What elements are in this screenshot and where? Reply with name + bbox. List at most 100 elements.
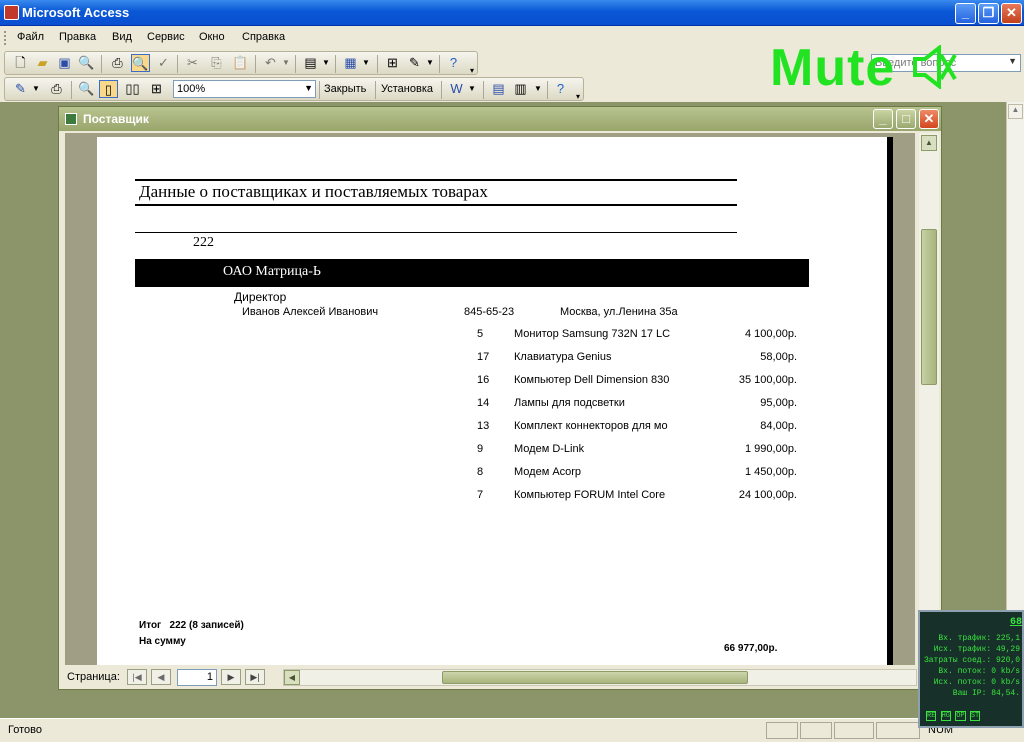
undo-dropdown-icon: ▼ xyxy=(282,58,290,67)
item-id: 14 xyxy=(477,397,490,409)
relationships-icon[interactable]: ⊞ xyxy=(383,54,402,72)
page-number-input[interactable]: 1 xyxy=(177,669,217,686)
report-close-button[interactable]: ✕ xyxy=(919,109,939,129)
new-object-dropdown-icon[interactable]: ▼ xyxy=(533,80,543,98)
menu-window[interactable]: Окно xyxy=(199,31,225,43)
widget-button-op[interactable]: OP xyxy=(955,711,966,721)
separator xyxy=(483,81,484,99)
last-page-icon[interactable]: ▶| xyxy=(245,669,265,685)
status-panel xyxy=(834,722,874,739)
paste-icon: 📋 xyxy=(232,55,249,70)
new-object-icon[interactable]: ▥ xyxy=(511,80,530,98)
previous-page-icon[interactable]: ◀ xyxy=(151,669,171,685)
widget-button-hg[interactable]: HG xyxy=(940,711,952,721)
two-pages-icon[interactable]: ▯▯ xyxy=(123,80,142,98)
list-item: 16 Компьютер Dell Dimension 830 35 100,0… xyxy=(467,374,797,394)
view-dropdown-icon[interactable]: ▼ xyxy=(31,80,41,98)
print-preview-toolbar: ✎ ▼ ⎙ 🔍 ▯ ▯▯ ⊞ 100% ▼ Закрыть Установка … xyxy=(4,77,584,101)
first-page-icon[interactable]: |◀ xyxy=(127,669,147,685)
zoom-icon[interactable]: 🔍 xyxy=(77,80,96,98)
cut-icon: ✂ xyxy=(187,55,198,70)
help-icon[interactable]: ? xyxy=(551,80,570,98)
menu-file[interactable]: Файл xyxy=(17,31,44,43)
status-panel xyxy=(800,722,832,739)
record-navigation-bar: Страница: |◀ ◀ 1 ▶ ▶| ◀ xyxy=(61,665,941,689)
office-links-dropdown-icon[interactable]: ▼ xyxy=(467,80,477,98)
menu-view[interactable]: Вид xyxy=(112,31,132,43)
chevron-down-icon[interactable]: ▼ xyxy=(1008,56,1017,66)
report-window-title-bar: Поставщик _ □ ✕ xyxy=(59,107,941,131)
open-folder-icon[interactable]: ▰ xyxy=(33,54,52,72)
new-object-icon[interactable]: ✎ xyxy=(405,54,424,72)
stat-label: Ваш IP: xyxy=(952,689,987,698)
chevron-down-icon[interactable]: ▼ xyxy=(304,83,313,93)
zoom-select[interactable]: 100% ▼ xyxy=(173,80,316,98)
next-page-icon[interactable]: ▶ xyxy=(221,669,241,685)
item-price: 1 450,00р. xyxy=(745,466,797,478)
stat-row: Вх. трафик: 225,1 xyxy=(938,634,1020,643)
contact-phone: 845-65-23 xyxy=(464,306,515,318)
scroll-up-icon[interactable]: ▲ xyxy=(1008,104,1023,119)
analyze-dropdown-icon[interactable]: ▼ xyxy=(361,54,371,72)
status-panel xyxy=(876,722,920,739)
print-preview-area[interactable]: Данные о поставщиках и поставляемых това… xyxy=(65,133,915,665)
database-window-icon[interactable]: ▤ xyxy=(489,80,508,98)
list-item: 14 Лампы для подсветки 95,00р. xyxy=(467,397,797,417)
menu-help[interactable]: Справка xyxy=(242,31,285,43)
report-vertical-scrollbar[interactable]: ▲ xyxy=(919,133,939,665)
separator xyxy=(319,81,320,99)
office-links-icon[interactable]: W xyxy=(447,80,466,98)
new-object-dropdown-icon[interactable]: ▼ xyxy=(425,54,435,72)
office-links-icon[interactable]: ▤ xyxy=(301,54,320,72)
item-price: 4 100,00р. xyxy=(745,328,797,340)
close-button[interactable]: ✕ xyxy=(1001,3,1022,24)
item-price: 84,00р. xyxy=(760,420,797,432)
item-id: 16 xyxy=(477,374,490,386)
print-icon[interactable]: ⎙ xyxy=(47,80,66,98)
item-id: 17 xyxy=(477,351,490,363)
widget-button-re[interactable]: RE xyxy=(926,711,937,721)
list-item: 13 Комплект коннекторов для мо 84,00р. xyxy=(467,420,797,440)
report-horizontal-scrollbar[interactable]: ◀ xyxy=(283,669,917,686)
print-preview-icon[interactable]: 🔍 xyxy=(131,54,150,72)
group-rule xyxy=(135,232,737,233)
multiple-pages-icon[interactable]: ⊞ xyxy=(147,80,166,98)
stat-row: Затраты соед.: 920,0 xyxy=(924,656,1020,665)
item-name: Компьютер Dell Dimension 830 xyxy=(514,374,670,386)
report-window: Поставщик _ □ ✕ Данные о поставщиках и п… xyxy=(58,106,942,690)
print-icon[interactable]: ⎙ xyxy=(108,54,127,72)
office-links-dropdown-icon[interactable]: ▼ xyxy=(321,54,331,72)
stat-row: Вх. поток: 0 kb/s xyxy=(938,667,1020,676)
file-search-icon[interactable]: 🔍 xyxy=(77,54,96,72)
vertical-scroll-thumb[interactable] xyxy=(921,229,937,385)
horizontal-scroll-thumb[interactable] xyxy=(442,671,748,684)
restore-button[interactable]: ❐ xyxy=(978,3,999,24)
list-item: 17 Клавиатура Genius 58,00р. xyxy=(467,351,797,371)
item-name: Комплект коннекторов для мо xyxy=(514,420,668,432)
status-panel xyxy=(766,722,798,739)
close-preview-button[interactable]: Закрыть xyxy=(324,83,366,95)
page-setup-button[interactable]: Установка xyxy=(381,83,433,95)
view-icon[interactable]: ✎ xyxy=(11,80,30,98)
report-minimize-button[interactable]: _ xyxy=(873,109,893,129)
help-icon[interactable]: ? xyxy=(444,54,463,72)
analyze-icon[interactable]: ▦ xyxy=(341,54,360,72)
new-icon[interactable]: 🗋 xyxy=(11,54,30,72)
report-maximize-button[interactable]: □ xyxy=(896,109,916,129)
zoom-value: 100% xyxy=(177,83,206,95)
stat-label: Вх. поток: xyxy=(938,667,987,676)
minimize-button[interactable]: _ xyxy=(955,3,976,24)
menu-edit[interactable]: Правка xyxy=(59,31,96,43)
item-id: 13 xyxy=(477,420,490,432)
separator xyxy=(439,55,440,73)
widget-button-st[interactable]: ST xyxy=(969,711,981,721)
menu-tools[interactable]: Сервис xyxy=(147,31,185,43)
stat-value: 49,29 xyxy=(995,645,1020,654)
stat-label: Вх. трафик: xyxy=(938,634,992,643)
scroll-up-icon[interactable]: ▲ xyxy=(921,135,937,151)
save-icon[interactable]: ▣ xyxy=(55,54,74,72)
one-page-icon[interactable]: ▯ xyxy=(99,80,118,98)
separator xyxy=(375,81,376,99)
scroll-left-icon[interactable]: ◀ xyxy=(284,670,300,685)
stat-value: 920,0 xyxy=(995,656,1020,665)
